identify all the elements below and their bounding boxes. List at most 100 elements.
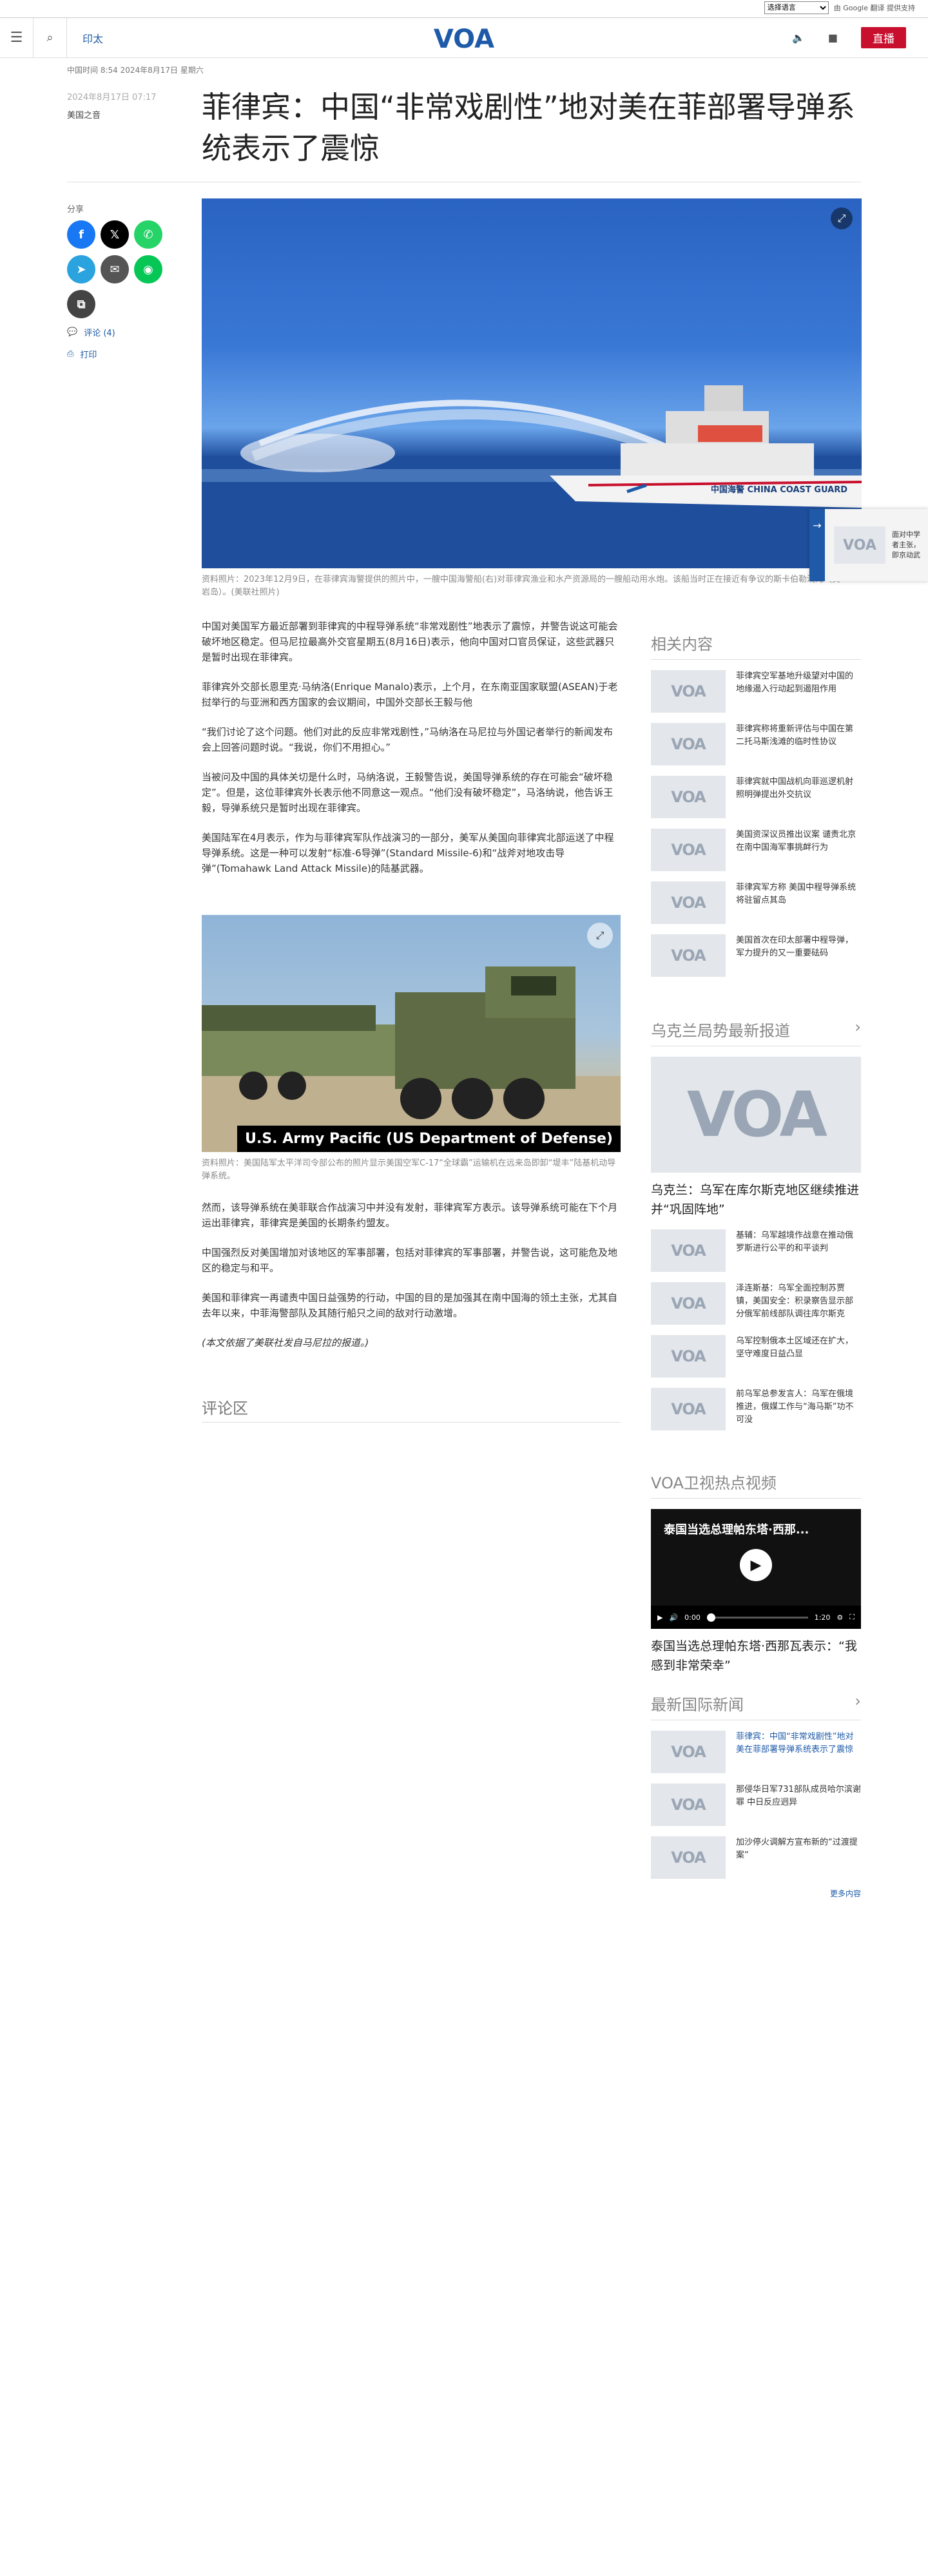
time-current: 0:00 — [684, 1613, 701, 1622]
line-share-icon[interactable]: ◉ — [134, 255, 162, 284]
comments-link-label: 评论 (4) — [84, 329, 115, 338]
print-link-label: 打印 — [80, 351, 97, 360]
thumb-logo: VOA — [671, 947, 706, 965]
x-share-icon[interactable]: 𝕏 — [101, 220, 129, 249]
video-section-title-text: VOA卫视热点视频 — [651, 1474, 777, 1492]
image-credit-badge: U.S. Army Pacific (US Department of Defe… — [237, 1126, 621, 1152]
list-item-title: 基辅：乌军越境作战意在推动俄罗斯进行公平的和平谈判 — [736, 1231, 854, 1253]
international-section: 最新国际新闻 › VOA 菲律宾：中国“非常戏剧性”地对美在菲部署导弹系统表示了震惊… — [651, 1692, 861, 1899]
list-item-title: 美国资深议员推出议案 谴责北京在南中国海军事挑衅行为 — [736, 830, 856, 852]
section-link[interactable]: 印太 — [82, 30, 103, 46]
video-overlay-title: 泰国当选总理帕东塔·西那... — [664, 1523, 809, 1537]
author[interactable]: 美国之音 — [67, 108, 101, 120]
expand-icon[interactable]: ⤢ — [587, 923, 613, 948]
thumb-logo: VOA — [843, 537, 876, 553]
list-item[interactable]: VOA 菲律宾空军基地升级望对中国的地缘遏入行动起到遏阻作用 — [651, 670, 861, 713]
list-item[interactable]: VOA 那侵华日军731部队成员哈尔滨谢罪 中日反应迥异 — [651, 1783, 861, 1826]
live-button[interactable]: 直播 — [861, 27, 906, 48]
copy-link-icon[interactable]: ⧉ — [67, 290, 95, 318]
thumb-logo: VOA — [671, 894, 706, 912]
play-icon[interactable]: ▶ — [740, 1549, 772, 1581]
thumbnail: VOA — [651, 934, 726, 977]
paragraph: 当被问及中国的具体关切是什么时，马纳洛说，王毅警告说，美国导弹系统的存在可能会“… — [202, 771, 614, 814]
list-item[interactable]: VOA 菲律宾就中国战机向菲巡逻机射照明弹提出外交抗议 — [651, 776, 861, 818]
header-actions: 🔈 ■ 直播 — [792, 27, 906, 48]
list-item-title: 菲律宾就中国战机向菲巡逻机射照明弹提出外交抗议 — [736, 777, 854, 800]
list-item[interactable]: VOA 基辅：乌军越境作战意在推动俄罗斯进行公平的和平谈判 — [651, 1229, 861, 1272]
ship-label: 中国海警 CHINA COAST GUARD — [711, 485, 847, 495]
language-select[interactable]: 选择语言 — [764, 1, 829, 14]
thumbnail: VOA — [651, 1731, 726, 1773]
floating-teaser[interactable]: → VOA 面对中学者主张，即京动武 — [809, 509, 928, 581]
thumbnail: VOA — [651, 1783, 726, 1826]
print-link[interactable]: ⎙ 打印 — [67, 348, 97, 360]
site-header: ☰ ⌕ 印太 VOA 🔈 ■ 直播 — [0, 17, 928, 58]
lead-thumbnail[interactable]: VOA — [651, 1057, 861, 1173]
list-item[interactable]: VOA 菲律宾：中国“非常戏剧性”地对美在菲部署导弹系统表示了震惊 — [651, 1731, 861, 1773]
video-player[interactable]: 泰国当选总理帕东塔·西那... ▶ ▶ 🔊 0:00 1:20 ⚙ ⛶ — [651, 1509, 861, 1629]
inline-image: ⤢ U.S. Army Pacific (US Department of De… — [202, 915, 621, 1152]
print-icon: ⎙ — [67, 349, 74, 359]
thumb-logo: VOA — [671, 682, 706, 700]
facebook-share-icon[interactable]: f — [67, 220, 95, 249]
thumb-logo: VOA — [671, 1743, 706, 1761]
article-body-continued: 然而，该导弹系统在美菲联合作战演习中并没有发射，菲律宾军方表示。该导弹系统可能在… — [202, 1200, 621, 1365]
thumbnail: VOA — [651, 776, 726, 818]
translate-label: 由 Google 翻译 提供支持 — [833, 4, 915, 12]
hero-image: 中国海警 CHINA COAST GUARD ⤢ — [202, 198, 862, 568]
list-item[interactable]: VOA 菲律宾称将重新评估与中国在第二托马斯浅滩的临时性协议 — [651, 723, 861, 765]
hero-illustration: 中国海警 CHINA COAST GUARD — [202, 385, 862, 568]
expand-icon[interactable]: ⤢ — [831, 207, 853, 229]
thumb-logo: VOA — [671, 1400, 706, 1418]
thumbnail: VOA — [651, 670, 726, 713]
ukraine-title[interactable]: 乌克兰局势最新报道 › — [651, 1018, 861, 1046]
teaser-text: 面对中学者主张，即京动武 — [892, 530, 920, 559]
arrow-right-icon[interactable]: → — [809, 509, 825, 581]
seek-bar[interactable] — [706, 1613, 808, 1622]
time-total: 1:20 — [814, 1613, 831, 1622]
list-item[interactable]: VOA 美国资深议员推出议案 谴责北京在南中国海军事挑衅行为 — [651, 829, 861, 871]
intl-title[interactable]: 最新国际新闻 › — [651, 1692, 861, 1720]
list-item[interactable]: VOA 乌军控制俄本土区域还在扩大，坚守难度日益凸显 — [651, 1335, 861, 1378]
more-link[interactable]: 更多内容 — [651, 1888, 861, 1899]
dateline: 中国时间 8:54 2024年8月17日 星期六 — [67, 66, 204, 75]
video-caption[interactable]: 泰国当选总理帕东塔·西那瓦表示：“我感到非常荣幸” — [651, 1637, 861, 1675]
list-item-title: 泽连斯基：乌军全面控制苏贾镇，美国安全：积录察告显示部分俄军前线部队调往库尔斯克 — [736, 1283, 854, 1319]
fullscreen-icon[interactable]: ⛶ — [849, 1613, 855, 1622]
thumbnail: VOA — [651, 829, 726, 871]
paragraph: 美国和菲律宾一再谴责中国日益强势的行动，中国的目的是加强其在南中国海的领土主张，… — [202, 1292, 618, 1319]
thumb-logo: VOA — [687, 1079, 827, 1151]
article-body: 中国对美国军方最近部署到菲律宾的中程导弹系统“非常戏剧性”地表示了震惊，并警告说… — [202, 619, 621, 890]
email-share-icon[interactable]: ✉ — [101, 255, 129, 284]
list-item[interactable]: VOA 泽连斯基：乌军全面控制苏贾镇，美国安全：积录察告显示部分俄军前线部队调往库… — [651, 1282, 861, 1325]
thumbnail: VOA — [651, 1229, 726, 1272]
comments-link[interactable]: 💬 评论 (4) — [67, 326, 115, 338]
thumb-logo: VOA — [671, 1242, 706, 1260]
list-item[interactable]: VOA 加沙停火调解方宣布新的“过渡提案” — [651, 1836, 861, 1879]
volume-icon[interactable]: 🔊 — [669, 1613, 678, 1622]
related-title-text: 相关内容 — [651, 635, 713, 653]
share-buttons: f 𝕏 ✆ ➤ ✉ ◉ ⧉ — [67, 220, 177, 318]
list-item[interactable]: VOA 美国首次在印太部署中程导弹，军力提升的又一重要砝码 — [651, 934, 861, 977]
menu-icon[interactable]: ☰ — [0, 17, 34, 58]
thumbnail: VOA — [651, 723, 726, 765]
whatsapp-share-icon[interactable]: ✆ — [134, 220, 162, 249]
thumb-logo: VOA — [671, 1294, 706, 1312]
radio-icon[interactable]: 🔈 — [792, 32, 805, 44]
search-icon[interactable]: ⌕ — [34, 17, 67, 58]
play-button-icon[interactable]: ▶ — [657, 1613, 662, 1622]
voa-logo[interactable]: VOA — [432, 24, 496, 52]
video-controls: ▶ 🔊 0:00 1:20 ⚙ ⛶ — [651, 1606, 861, 1629]
list-item-title: 菲律宾：中国“非常戏剧性”地对美在菲部署导弹系统表示了震惊 — [736, 1732, 854, 1754]
lead-story-title[interactable]: 乌克兰：乌军在库尔斯克地区继续推进并“巩固阵地” — [651, 1180, 861, 1219]
thumbnail: VOA — [651, 881, 726, 924]
settings-icon[interactable]: ⚙ — [836, 1613, 843, 1622]
list-item[interactable]: VOA 前乌军总参发言人：乌军在俄境推进，俄媒工作与“海马斯”功不可没 — [651, 1388, 861, 1430]
chevron-right-icon: › — [855, 1018, 861, 1036]
paragraph: 美国陆军在4月表示，作为与菲律宾军队作战演习的一部分，美军从美国向菲律宾北部运送… — [202, 832, 614, 874]
list-item[interactable]: VOA 菲律宾军方称 美国中程导弹系统将驻留点其岛 — [651, 881, 861, 924]
seek-handle[interactable] — [706, 1613, 715, 1622]
video-icon[interactable]: ■ — [828, 32, 838, 44]
telegram-share-icon[interactable]: ➤ — [67, 255, 95, 284]
paragraph: 中国强烈反对美国增加对该地区的军事部署，包括对菲律宾的军事部署，并警告说，这可能… — [202, 1247, 618, 1274]
